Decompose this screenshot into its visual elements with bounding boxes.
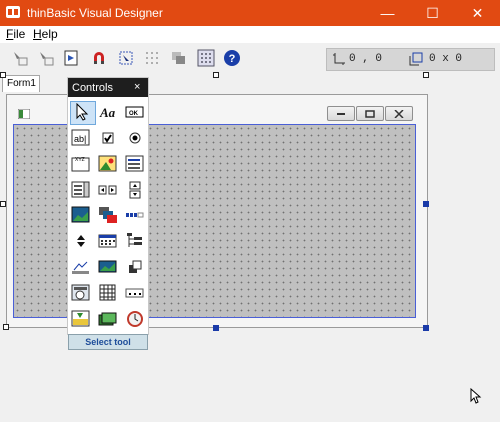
resize-handle-bottom[interactable]: [213, 325, 219, 331]
checkbox-icon[interactable]: [97, 127, 119, 149]
menu-help[interactable]: Help: [33, 27, 58, 41]
calendar-icon[interactable]: [97, 230, 119, 252]
grid-icon[interactable]: [142, 48, 162, 68]
hscroll-icon[interactable]: [97, 179, 119, 201]
combobox-icon[interactable]: [70, 179, 92, 201]
image-icon[interactable]: [97, 153, 119, 175]
tab-icon[interactable]: [97, 308, 119, 330]
resize-handle-bottom-right[interactable]: [423, 325, 429, 331]
menu-file[interactable]: File: [6, 27, 25, 41]
form-close-button[interactable]: [385, 106, 413, 121]
minimize-button[interactable]: —: [365, 0, 410, 26]
svg-text:?: ?: [229, 53, 236, 65]
textbox-icon[interactable]: ab|: [70, 127, 92, 149]
progressbar-icon[interactable]: [124, 204, 146, 226]
pointer-icon[interactable]: [71, 101, 93, 123]
window-title: thinBasic Visual Designer: [27, 6, 163, 20]
app-icon: [6, 6, 20, 18]
position-readout: 0 , 0: [349, 53, 383, 65]
svg-text:OK: OK: [129, 111, 139, 117]
mouse-cursor-icon: [470, 388, 482, 404]
datepicker-icon[interactable]: [70, 282, 92, 304]
form-minimize-button[interactable]: [327, 106, 355, 121]
send-back-icon[interactable]: [169, 48, 189, 68]
resize-handle-top[interactable]: [213, 72, 219, 78]
label-icon[interactable]: Aa: [97, 101, 119, 123]
coordinate-panel: 0 , 0 0 x 0: [326, 48, 495, 71]
form-icon: [18, 109, 30, 119]
timer-icon[interactable]: [124, 308, 146, 330]
form-tab[interactable]: Form1: [2, 75, 40, 92]
position-icon: [333, 53, 345, 65]
form-maximize-button[interactable]: [356, 106, 384, 121]
table-grid-icon[interactable]: [97, 282, 119, 304]
magnet-icon[interactable]: [89, 48, 109, 68]
resize-handle-top-right[interactable]: [423, 72, 429, 78]
resize-handle-bottom-left[interactable]: [3, 324, 9, 330]
select-tool-label[interactable]: Select tool: [68, 334, 148, 350]
align-right-icon[interactable]: [36, 48, 56, 68]
toolbar-icon[interactable]: [97, 256, 119, 278]
trackbar-icon[interactable]: [70, 308, 92, 330]
vscroll-icon[interactable]: [124, 179, 146, 201]
updown-icon[interactable]: [70, 230, 92, 252]
run-icon[interactable]: [62, 48, 82, 68]
title-bar: thinBasic Visual Designer — ☐ ✕: [0, 0, 500, 26]
svg-text:ab|: ab|: [74, 134, 86, 144]
rebar-icon[interactable]: [124, 256, 146, 278]
svg-text:Aa: Aa: [99, 105, 116, 120]
size-readout: 0 x 0: [429, 53, 463, 65]
picture-icon[interactable]: [70, 204, 92, 226]
grid-toggle-icon[interactable]: [196, 48, 216, 68]
frame-icon[interactable]: XYZ: [70, 153, 92, 175]
ipaddress-icon[interactable]: [124, 282, 146, 304]
close-button[interactable]: ✕: [455, 0, 500, 26]
palette-title: Controls: [72, 82, 113, 94]
help-icon[interactable]: ?: [222, 48, 242, 68]
align-left-icon[interactable]: [10, 48, 30, 68]
treeview-icon[interactable]: [124, 230, 146, 252]
size-icon: [409, 52, 423, 66]
listbox-icon[interactable]: [124, 153, 146, 175]
statusbar-icon[interactable]: [70, 256, 92, 278]
palette-close-button[interactable]: ×: [134, 81, 140, 93]
menu-bar: File Help: [0, 26, 500, 43]
option-icon[interactable]: [124, 127, 146, 149]
palette-title-bar[interactable]: Controls ×: [68, 78, 148, 97]
resize-handle-top-left[interactable]: [0, 72, 6, 78]
button-icon[interactable]: OK: [124, 101, 146, 123]
svg-text:XYZ: XYZ: [75, 157, 85, 163]
maximize-button[interactable]: ☐: [410, 0, 455, 26]
cursor-select-icon[interactable]: [116, 48, 136, 68]
resize-handle-right[interactable]: [423, 201, 429, 207]
imagelist-icon[interactable]: [97, 204, 119, 226]
